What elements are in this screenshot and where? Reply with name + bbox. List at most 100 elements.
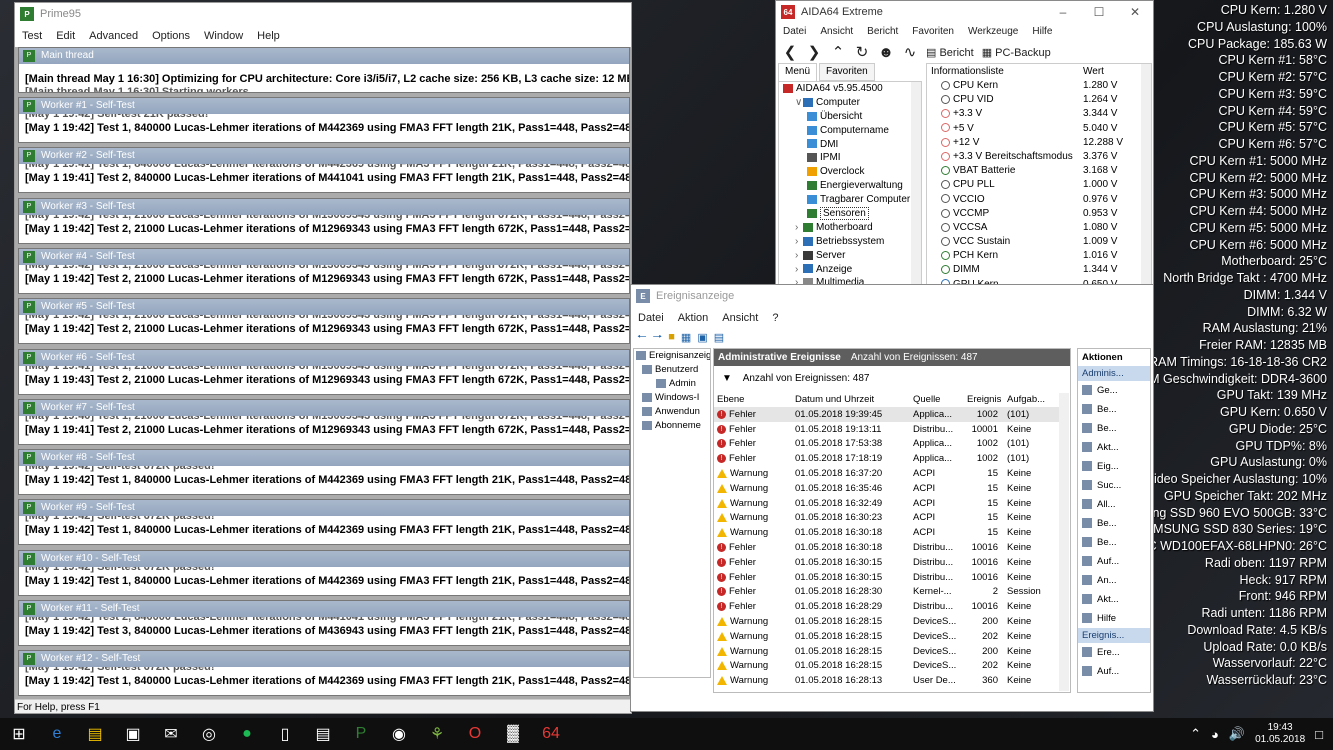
sensor-row[interactable]: DIMM 1.344 V <box>927 263 1151 277</box>
nav-item[interactable]: Anwendun <box>634 405 710 419</box>
column-header[interactable]: Ebene <box>714 392 792 407</box>
back-icon[interactable]: ❮ <box>782 43 798 61</box>
column-header[interactable]: Ereignis <box>964 392 1004 407</box>
up-icon[interactable]: ⌃ <box>830 43 846 61</box>
action-item[interactable]: Be... <box>1078 419 1150 438</box>
tree-item[interactable]: › Anzeige <box>779 263 921 277</box>
worker-titlebar[interactable]: P Worker #2 - Self-Test <box>19 148 629 165</box>
sensor-row[interactable]: VCC Sustain 1.009 V <box>927 235 1151 249</box>
event-viewer-titlebar[interactable]: E Ereignisanzeige <box>631 285 1153 307</box>
aida64-titlebar[interactable]: 64 AIDA64 Extreme – ☐ ✕ <box>776 1 1153 23</box>
aida64-menu-item[interactable]: Hilfe <box>1025 26 1059 37</box>
clock[interactable]: 19:43 01.05.2018 <box>1255 722 1305 746</box>
aida64-icon[interactable]: 64 <box>532 718 570 750</box>
event-row[interactable]: ! Fehler 01.05.2018 16:28:30 Kernel-... 2 Ses… <box>714 585 1059 600</box>
maximize-icon[interactable]: ☐ <box>1081 5 1117 19</box>
sensor-row[interactable]: CPU VID 1.264 V <box>927 93 1151 107</box>
prime95-menu-item[interactable]: Window <box>197 30 250 42</box>
worker-titlebar[interactable]: P Worker #4 - Self-Test <box>19 248 629 265</box>
worker-titlebar[interactable]: P Worker #9 - Self-Test <box>19 500 629 517</box>
sensor-row[interactable]: VCCSA 1.080 V <box>927 221 1151 235</box>
action-item[interactable]: Auf... <box>1078 662 1150 681</box>
event-row[interactable]: ! Fehler 01.05.2018 19:13:11 Distribu... 100… <box>714 422 1059 437</box>
worker-window[interactable]: P Worker #12 - Self-Test [May 1 19:42] Sel… <box>18 650 630 697</box>
opera-icon[interactable]: O <box>456 718 494 750</box>
tree-item[interactable]: DMI <box>779 138 921 152</box>
report-button[interactable]: ▤ Bericht <box>926 46 974 59</box>
prime95-menu-item[interactable]: Advanced <box>82 30 145 42</box>
expand-icon[interactable]: › <box>795 263 803 277</box>
forward-icon[interactable]: 🠒 <box>653 328 663 347</box>
main-thread-window[interactable]: P Main thread [Main thread May 1 16:30] … <box>18 47 630 93</box>
user-icon[interactable]: ☻ <box>878 44 894 61</box>
event-list-scrollbar[interactable] <box>1059 393 1069 691</box>
action-item[interactable]: Be... <box>1078 514 1150 533</box>
aida64-window[interactable]: 64 AIDA64 Extreme – ☐ ✕ Datei Ansicht Beri… <box>775 0 1154 324</box>
start-icon[interactable]: ⊞ <box>0 718 38 750</box>
view-icon[interactable]: ▦ <box>681 331 691 344</box>
sensor-row[interactable]: +5 V 5.040 V <box>927 122 1151 136</box>
tab-favorites[interactable]: Favoriten <box>819 63 875 81</box>
aida64-menu-item[interactable]: Ansicht <box>813 26 860 37</box>
event-row[interactable]: ! Fehler 01.05.2018 17:18:19 Applica... 1002… <box>714 451 1059 466</box>
tree-item[interactable]: › Betriebssystem <box>779 235 921 249</box>
event-row[interactable]: Warnung 01.05.2018 16:28:15 DeviceS... 200 K… <box>714 614 1059 629</box>
mail-icon[interactable]: ✉ <box>152 718 190 750</box>
worker-window[interactable]: P Worker #10 - Self-Test [May 1 19:42] Sel… <box>18 549 630 596</box>
action-item[interactable]: An... <box>1078 571 1150 590</box>
hwinfo-icon[interactable]: ▓ <box>494 718 532 750</box>
worker-window[interactable]: P Worker #9 - Self-Test [May 1 19:42] Self… <box>18 499 630 546</box>
event-row[interactable]: ! Fehler 01.05.2018 19:39:45 Applica... 1002… <box>714 407 1059 422</box>
event-row[interactable]: Warnung 01.05.2018 16:32:49 ACPI 15 Keine <box>714 496 1059 511</box>
event-row[interactable]: Warnung 01.05.2018 16:28:15 DeviceS... 202 K… <box>714 659 1059 674</box>
greenshot-icon[interactable]: ⚘ <box>418 718 456 750</box>
event-row[interactable]: ! Fehler 01.05.2018 17:53:38 Applica... 1002… <box>714 437 1059 452</box>
tree-item[interactable]: Overclock <box>779 165 921 179</box>
worker-titlebar[interactable]: P Worker #7 - Self-Test <box>19 399 629 416</box>
sensor-row[interactable]: CPU PLL 1.000 V <box>927 178 1151 192</box>
sensor-row[interactable]: VCCMP 0.953 V <box>927 207 1151 221</box>
steam-icon[interactable]: ◉ <box>380 718 418 750</box>
column-header[interactable]: Aufgab... <box>1004 392 1059 407</box>
event-row[interactable]: Warnung 01.05.2018 16:35:46 ACPI 15 Keine <box>714 481 1059 496</box>
worker-titlebar[interactable]: P Worker #1 - Self-Test <box>19 98 629 114</box>
tree-item[interactable]: ∨ Computer <box>779 96 921 110</box>
event-row[interactable]: ! Fehler 01.05.2018 16:30:15 Distribu... 100… <box>714 555 1059 570</box>
chevron-up-icon[interactable]: ⌃ <box>1190 726 1201 742</box>
panel-icon[interactable]: ▤ <box>714 331 724 344</box>
notepad-icon[interactable]: ▤ <box>304 718 342 750</box>
nav-item[interactable]: Benutzerd <box>634 363 710 377</box>
event-row[interactable]: Warnung 01.05.2018 16:28:13 User De... 360 K… <box>714 673 1059 688</box>
network-icon[interactable]: ◕ <box>1211 727 1219 742</box>
event-row[interactable]: Warnung 01.05.2018 16:30:23 ACPI 15 Keine <box>714 511 1059 526</box>
device-icon[interactable]: ▯ <box>266 718 304 750</box>
sensor-row[interactable]: VCCIO 0.976 V <box>927 193 1151 207</box>
aida64-menu-item[interactable]: Datei <box>776 26 813 37</box>
action-item[interactable]: All... <box>1078 495 1150 514</box>
sensor-row[interactable]: CPU Kern 1.280 V <box>927 79 1151 93</box>
tree-item[interactable]: Tragbarer Computer <box>779 193 921 207</box>
worker-window[interactable]: P Worker #1 - Self-Test [May 1 19:42] Self… <box>18 97 630 143</box>
event-viewer-menu-item[interactable]: Ansicht <box>715 312 765 324</box>
action-item[interactable]: Ere... <box>1078 643 1150 662</box>
column-header[interactable]: Datum und Uhrzeit <box>792 392 910 407</box>
folder-icon[interactable]: ■ <box>668 331 675 343</box>
nav-item[interactable]: Windows-I <box>634 391 710 405</box>
event-row[interactable]: ! Fehler 01.05.2018 16:28:29 Distribu... 100… <box>714 599 1059 614</box>
refresh-icon[interactable]: ↻ <box>854 43 870 61</box>
action-item[interactable]: Hilfe <box>1078 609 1150 628</box>
worker-window[interactable]: P Worker #5 - Self-Test [May 1 19:42] Test… <box>18 298 630 345</box>
event-row[interactable]: ! Fehler 01.05.2018 16:30:15 Distribu... 100… <box>714 570 1059 585</box>
column-header-info[interactable]: Informationsliste <box>927 64 1083 79</box>
tree-item[interactable]: Computername <box>779 124 921 138</box>
tree-item[interactable]: Sensoren <box>779 207 921 221</box>
action-item[interactable]: Be... <box>1078 533 1150 552</box>
event-viewer-menu-item[interactable]: Datei <box>631 312 671 324</box>
actions-group-admin[interactable]: Adminis... <box>1078 366 1150 381</box>
prime95-menu-item[interactable]: Options <box>145 30 197 42</box>
spotify-icon[interactable]: ● <box>228 718 266 750</box>
event-viewer-window[interactable]: E Ereignisanzeige Datei Aktion Ansicht? 🠐 … <box>630 284 1154 712</box>
event-row[interactable]: Warnung 01.05.2018 16:28:15 DeviceS... 200 K… <box>714 644 1059 659</box>
pc-backup-button[interactable]: ▦ PC-Backup <box>982 46 1051 59</box>
prime95-menu-item[interactable]: Edit <box>49 30 82 42</box>
